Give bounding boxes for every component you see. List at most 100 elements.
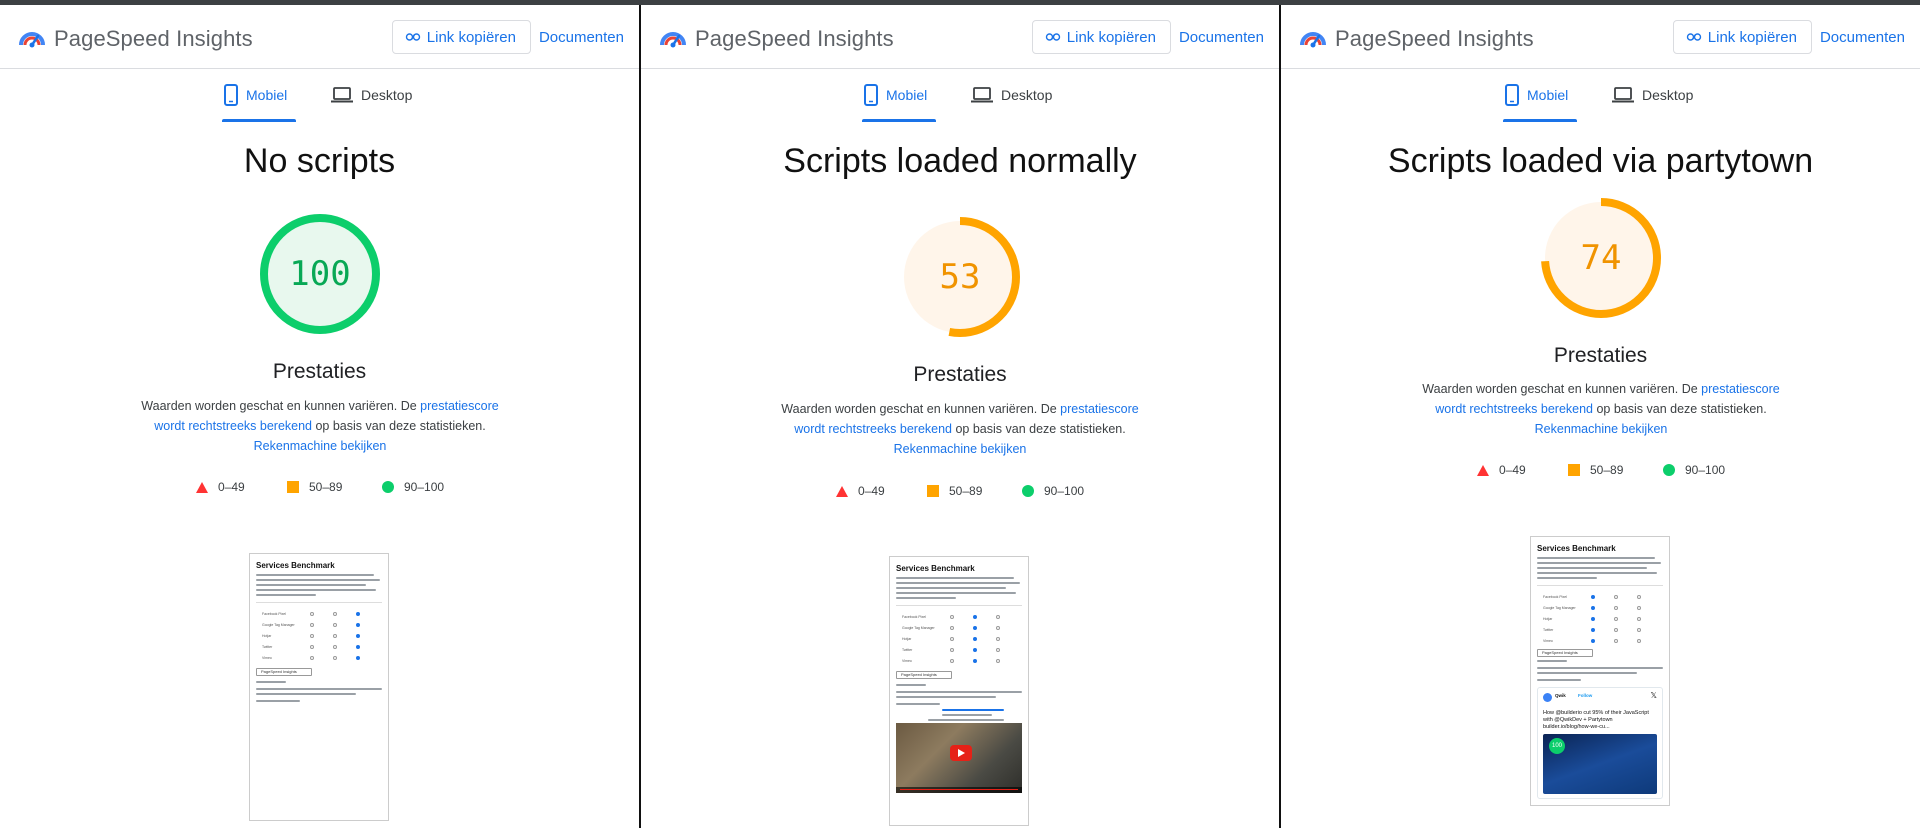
thumbnail-button: PageSpeed Insights bbox=[896, 671, 952, 679]
tab-mobile[interactable]: Mobiel bbox=[1505, 83, 1568, 107]
brand-name: PageSpeed Insights bbox=[54, 26, 253, 51]
brand[interactable]: PageSpeed Insights bbox=[1299, 23, 1534, 55]
copy-link-label: Link kopiëren bbox=[1707, 28, 1797, 46]
device-tabs: Mobiel Desktop bbox=[641, 69, 1279, 123]
calculator-link[interactable]: Rekenmachine bekijken bbox=[254, 439, 387, 453]
page-screenshot-thumbnail[interactable]: Services Benchmark Facebook Pixel Google… bbox=[889, 556, 1029, 826]
fail-triangle-icon bbox=[1477, 464, 1489, 476]
thumbnail-title: Services Benchmark bbox=[896, 564, 975, 573]
legend-fail: 0–49 bbox=[1477, 462, 1526, 478]
tab-mobile-label: Mobiel bbox=[1527, 87, 1569, 103]
score-value: 74 bbox=[1580, 238, 1622, 278]
legend-average: 50–89 bbox=[1568, 462, 1623, 478]
legend-fail: 0–49 bbox=[196, 479, 245, 495]
category-label: Prestaties bbox=[913, 363, 1007, 386]
score-gauge: 74 bbox=[1539, 196, 1663, 320]
tab-desktop-label: Desktop bbox=[361, 87, 413, 103]
score-legend: 0–49 50–89 90–100 bbox=[836, 483, 1096, 499]
category-label: Prestaties bbox=[272, 360, 367, 383]
thumbnail-title: Services Benchmark bbox=[1537, 544, 1616, 553]
panel-title: No scripts bbox=[243, 142, 396, 180]
tab-desktop[interactable]: Desktop bbox=[971, 83, 1052, 107]
average-square-icon bbox=[927, 485, 939, 497]
pass-circle-icon bbox=[1663, 464, 1675, 476]
page-screenshot-thumbnail[interactable]: Services Benchmark Facebook Pixel Google… bbox=[1530, 536, 1670, 806]
calculator-link[interactable]: Rekenmachine bekijken bbox=[894, 442, 1027, 456]
link-icon bbox=[1045, 33, 1060, 41]
active-tab-underline bbox=[222, 119, 296, 122]
video-play-icon bbox=[950, 745, 972, 761]
tab-desktop-label: Desktop bbox=[1642, 87, 1694, 103]
pagespeed-panel-partytown: PageSpeed Insights Link kopiëren Documen… bbox=[1281, 5, 1920, 828]
mobile-phone-icon bbox=[864, 84, 878, 106]
laptop-icon bbox=[971, 87, 993, 103]
docs-link[interactable]: Documenten bbox=[539, 29, 624, 46]
link-icon bbox=[1686, 33, 1701, 41]
embedded-tweet: Qwik Follow 𝕏 How @builderio cut 95% of … bbox=[1537, 687, 1663, 799]
copy-link-button[interactable]: Link kopiëren bbox=[1031, 20, 1171, 54]
pass-circle-icon bbox=[382, 481, 394, 493]
legend-pass: 90–100 bbox=[382, 479, 444, 495]
legend-average: 50–89 bbox=[927, 483, 982, 499]
page-screenshot-thumbnail[interactable]: Services Benchmark Facebook Pixel Google… bbox=[249, 553, 389, 821]
pagespeed-panel-no-scripts: PageSpeed Insights Link kopiëren Documen… bbox=[0, 5, 639, 828]
active-tab-underline bbox=[1503, 119, 1577, 122]
docs-link[interactable]: Documenten bbox=[1820, 29, 1905, 46]
header: PageSpeed Insights Link kopiëren Documen… bbox=[1281, 5, 1920, 69]
docs-link[interactable]: Documenten bbox=[1179, 29, 1264, 46]
tab-mobile[interactable]: Mobiel bbox=[864, 83, 927, 107]
brand-name: PageSpeed Insights bbox=[1335, 26, 1534, 51]
device-tabs: Mobiel Desktop bbox=[1281, 69, 1920, 123]
pagespeed-panel-scripts-normal: PageSpeed Insights Link kopiëren Documen… bbox=[641, 5, 1279, 828]
average-square-icon bbox=[1568, 464, 1580, 476]
tab-desktop[interactable]: Desktop bbox=[1612, 83, 1693, 107]
header: PageSpeed Insights Link kopiëren Documen… bbox=[641, 5, 1279, 69]
mobile-phone-icon bbox=[224, 84, 238, 106]
brand[interactable]: PageSpeed Insights bbox=[18, 23, 253, 55]
score-value: 100 bbox=[289, 254, 351, 294]
score-value: 53 bbox=[939, 257, 981, 297]
copy-link-label: Link kopiëren bbox=[1066, 28, 1156, 46]
thumbnail-button: PageSpeed Insights bbox=[256, 668, 312, 676]
fail-triangle-icon bbox=[196, 481, 208, 493]
device-tabs: Mobiel Desktop bbox=[0, 69, 639, 123]
tweet-image: 100 bbox=[1543, 734, 1657, 794]
score-legend: 0–49 50–89 90–100 bbox=[196, 479, 456, 495]
copy-link-button[interactable]: Link kopiëren bbox=[391, 20, 531, 54]
score-description: Waarden worden geschat en kunnen variëre… bbox=[141, 399, 499, 453]
brand[interactable]: PageSpeed Insights bbox=[659, 23, 894, 55]
tweet-avatar bbox=[1543, 693, 1552, 702]
tab-mobile[interactable]: Mobiel bbox=[224, 83, 287, 107]
tweet-follow: Follow bbox=[1578, 693, 1593, 698]
embedded-video bbox=[896, 723, 1022, 793]
category-label: Prestaties bbox=[1553, 344, 1648, 367]
laptop-icon bbox=[1612, 87, 1634, 103]
copy-link-button[interactable]: Link kopiëren bbox=[1672, 20, 1812, 54]
pagespeed-logo-icon bbox=[660, 32, 686, 48]
pass-circle-icon bbox=[1022, 485, 1034, 497]
thumbnail-button: PageSpeed Insights bbox=[1537, 649, 1593, 657]
tab-mobile-label: Mobiel bbox=[246, 87, 288, 103]
calculator-link[interactable]: Rekenmachine bekijken bbox=[1535, 422, 1668, 436]
panel-title: Scripts loaded normally bbox=[783, 142, 1137, 180]
tab-desktop[interactable]: Desktop bbox=[331, 83, 412, 107]
tab-desktop-label: Desktop bbox=[1001, 87, 1053, 103]
tweet-author: Qwik bbox=[1555, 693, 1566, 698]
laptop-icon bbox=[331, 87, 353, 103]
active-tab-underline bbox=[862, 119, 936, 122]
legend-average: 50–89 bbox=[287, 479, 342, 495]
score-100-badge-icon: 100 bbox=[1549, 738, 1565, 754]
x-logo-icon: 𝕏 bbox=[1650, 691, 1657, 700]
thumbnail-title: Services Benchmark bbox=[256, 561, 335, 570]
score-description: Waarden worden geschat en kunnen variëre… bbox=[781, 402, 1139, 456]
legend-pass: 90–100 bbox=[1022, 483, 1084, 499]
legend-fail: 0–49 bbox=[836, 483, 885, 499]
fail-triangle-icon bbox=[836, 485, 848, 497]
tab-mobile-label: Mobiel bbox=[886, 87, 928, 103]
pagespeed-logo-icon bbox=[19, 32, 45, 48]
legend-pass: 90–100 bbox=[1663, 462, 1725, 478]
mobile-phone-icon bbox=[1505, 84, 1519, 106]
panel-title: Scripts loaded via partytown bbox=[1387, 142, 1814, 180]
tweet-text: How @builderio cut 95% of their JavaScri… bbox=[1543, 710, 1649, 730]
score-gauge: 53 bbox=[898, 215, 1022, 339]
